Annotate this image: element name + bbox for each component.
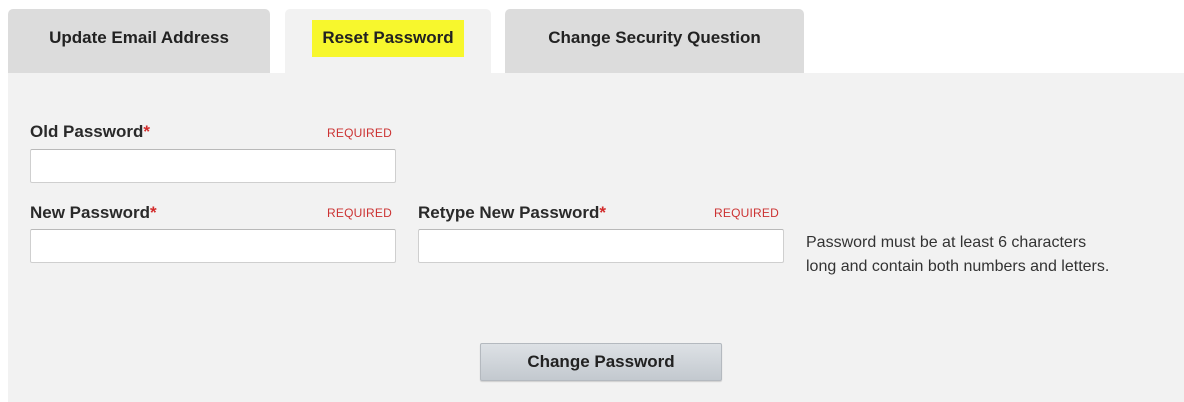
new-password-required-tag: REQUIRED	[327, 206, 392, 220]
retype-password-required-star: *	[599, 203, 607, 222]
tab-update-email-label: Update Email Address	[49, 28, 229, 47]
new-password-label: New Password*	[30, 203, 157, 223]
retype-password-required-tag: REQUIRED	[714, 206, 779, 220]
old-password-input[interactable]	[30, 149, 396, 183]
tab-update-email[interactable]: Update Email Address	[8, 9, 270, 74]
old-password-label: Old Password*	[30, 122, 150, 142]
retype-password-label-text: Retype New Password	[418, 203, 600, 222]
new-password-label-text: New Password	[30, 203, 150, 222]
retype-password-input[interactable]	[418, 229, 784, 263]
password-hint-line-1: Password must be at least 6 characters	[806, 234, 1087, 251]
old-password-required-star: *	[143, 122, 150, 141]
tab-bar: Update Email Address Reset Password Chan…	[0, 0, 1184, 74]
tab-reset-password[interactable]: Reset Password	[285, 9, 491, 74]
tab-change-security-question[interactable]: Change Security Question	[505, 9, 804, 74]
change-password-button[interactable]: Change Password	[480, 343, 722, 381]
password-hint-line-2: long and contain both numbers and letter…	[806, 258, 1110, 275]
retype-password-label: Retype New Password*	[418, 203, 606, 223]
password-requirements-hint: Password must be at least 6 characters l…	[806, 231, 1178, 279]
old-password-required-tag: REQUIRED	[327, 126, 392, 140]
new-password-required-star: *	[150, 203, 157, 222]
new-password-input[interactable]	[30, 229, 396, 263]
tab-change-security-question-label: Change Security Question	[548, 28, 761, 47]
old-password-label-text: Old Password	[30, 122, 144, 141]
tab-reset-password-label: Reset Password	[312, 20, 464, 57]
